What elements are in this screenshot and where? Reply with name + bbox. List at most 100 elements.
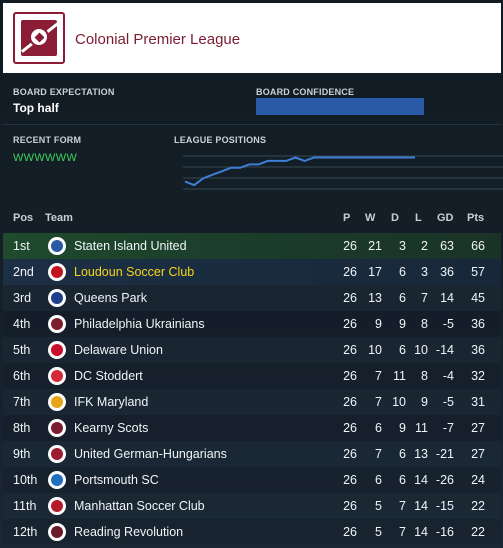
table-row[interactable]: 11th Manhattan Soccer Club 26 5 7 14 -15 22 [3,493,501,519]
table-row[interactable]: 2nd Loudoun Soccer Club 26 17 6 3 36 57 [3,259,501,285]
table-row[interactable]: 7th IFK Maryland 26 7 10 9 -5 31 [3,389,501,415]
table-row[interactable]: 5th Delaware Union 26 10 6 10 -14 36 [3,337,501,363]
row-team-name[interactable]: Portsmouth SC [74,473,159,487]
row-points: 45 [471,291,485,305]
header-team[interactable]: Team [45,212,73,224]
row-goal-diff: -7 [442,421,454,435]
header-pos[interactable]: Pos [13,212,33,224]
section-divider [3,124,501,125]
table-row[interactable]: 1st Staten Island United 26 21 3 2 63 66 [3,233,501,259]
row-goal-diff: -5 [442,395,454,409]
row-position: 9th [13,447,31,461]
header-played[interactable]: P [343,212,350,224]
row-won: 6 [375,473,382,487]
row-team-name[interactable]: DC Stoddert [74,369,143,383]
board-confidence-bar[interactable] [256,98,424,115]
recent-form-value[interactable]: WWWWWW [13,152,77,164]
table-row[interactable]: 9th United German-Hungarians 26 7 6 13 -21 27 [3,441,501,467]
row-position: 10th [13,473,38,487]
table-row[interactable]: 12th Reading Revolution 26 5 7 14 -16 22 [3,519,501,545]
league-crest-ball-icon[interactable] [13,12,65,64]
row-points: 31 [471,395,485,409]
row-position: 4th [13,317,31,331]
team-crest-icon[interactable] [47,470,67,490]
chart-gridlines [183,155,503,190]
header-drawn[interactable]: D [391,212,399,224]
board-expectation-value: Top half [13,101,59,115]
row-played: 26 [343,317,357,331]
row-team-name[interactable]: United German-Hungarians [74,447,227,461]
row-team-name[interactable]: Delaware Union [74,343,163,357]
team-crest-icon[interactable] [47,418,67,438]
team-crest-icon[interactable] [47,444,67,464]
row-won: 21 [368,239,382,253]
table-row[interactable]: 4th Philadelphia Ukrainians 26 9 9 8 -5 36 [3,311,501,337]
row-team-name[interactable]: Reading Revolution [74,525,183,539]
row-team-name[interactable]: IFK Maryland [74,395,148,409]
row-points: 22 [471,525,485,539]
row-team-name[interactable]: Loudoun Soccer Club [74,265,194,279]
row-team-name[interactable]: Queens Park [74,291,147,305]
team-crest-icon[interactable] [47,314,67,334]
header-won[interactable]: W [365,212,375,224]
row-goal-diff: -5 [442,317,454,331]
league-positions-label: LEAGUE POSITIONS [174,135,267,145]
team-crest-icon[interactable] [47,392,67,412]
team-crest-icon[interactable] [47,288,67,308]
row-team-name[interactable]: Manhattan Soccer Club [74,499,205,513]
row-goal-diff: -26 [435,473,454,487]
row-lost: 7 [421,291,428,305]
team-crest-icon[interactable] [47,262,67,282]
row-played: 26 [343,343,357,357]
header-goal-diff[interactable]: GD [437,212,454,224]
row-drawn: 7 [399,525,406,539]
row-lost: 14 [414,525,428,539]
team-crest-icon[interactable] [47,340,67,360]
league-header: Colonial Premier League [3,3,501,73]
row-lost: 8 [421,369,428,383]
table-row[interactable]: 8th Kearny Scots 26 6 9 11 -7 27 [3,415,501,441]
row-drawn: 9 [399,421,406,435]
row-points: 36 [471,317,485,331]
header-points[interactable]: Pts [467,212,484,224]
table-row[interactable]: 10th Portsmouth SC 26 6 6 14 -26 24 [3,467,501,493]
header-lost[interactable]: L [415,212,422,224]
league-positions-chart[interactable] [183,152,503,197]
row-position: 5th [13,343,31,357]
row-lost: 14 [414,499,428,513]
team-crest-icon[interactable] [47,236,67,256]
team-crest-icon[interactable] [47,496,67,516]
row-position: 1st [13,239,30,253]
row-team-name[interactable]: Kearny Scots [74,421,148,435]
team-crest-icon[interactable] [47,366,67,386]
row-points: 36 [471,343,485,357]
row-won: 7 [375,369,382,383]
team-crest-icon[interactable] [47,522,67,542]
recent-form-label: RECENT FORM [13,135,82,145]
row-drawn: 7 [399,499,406,513]
row-team-name[interactable]: Staten Island United [74,239,187,253]
row-played: 26 [343,265,357,279]
row-position: 3rd [13,291,32,305]
table-row[interactable]: 6th DC Stoddert 26 7 11 8 -4 32 [3,363,501,389]
row-won: 7 [375,395,382,409]
row-position: 7th [13,395,31,409]
row-drawn: 11 [393,369,406,383]
row-played: 26 [343,525,357,539]
row-played: 26 [343,395,357,409]
table-row[interactable]: 3rd Queens Park 26 13 6 7 14 45 [3,285,501,311]
row-won: 7 [375,447,382,461]
row-won: 6 [375,421,382,435]
row-drawn: 10 [392,395,406,409]
row-points: 57 [471,265,485,279]
row-points: 24 [471,473,485,487]
row-drawn: 6 [399,447,406,461]
row-goal-diff: -16 [435,525,454,539]
league-name[interactable]: Colonial Premier League [75,31,240,48]
row-points: 32 [471,369,485,383]
row-drawn: 6 [399,473,406,487]
row-won: 17 [368,265,382,279]
board-confidence-label: BOARD CONFIDENCE [256,87,355,97]
row-team-name[interactable]: Philadelphia Ukrainians [74,317,205,331]
row-won: 5 [375,525,382,539]
